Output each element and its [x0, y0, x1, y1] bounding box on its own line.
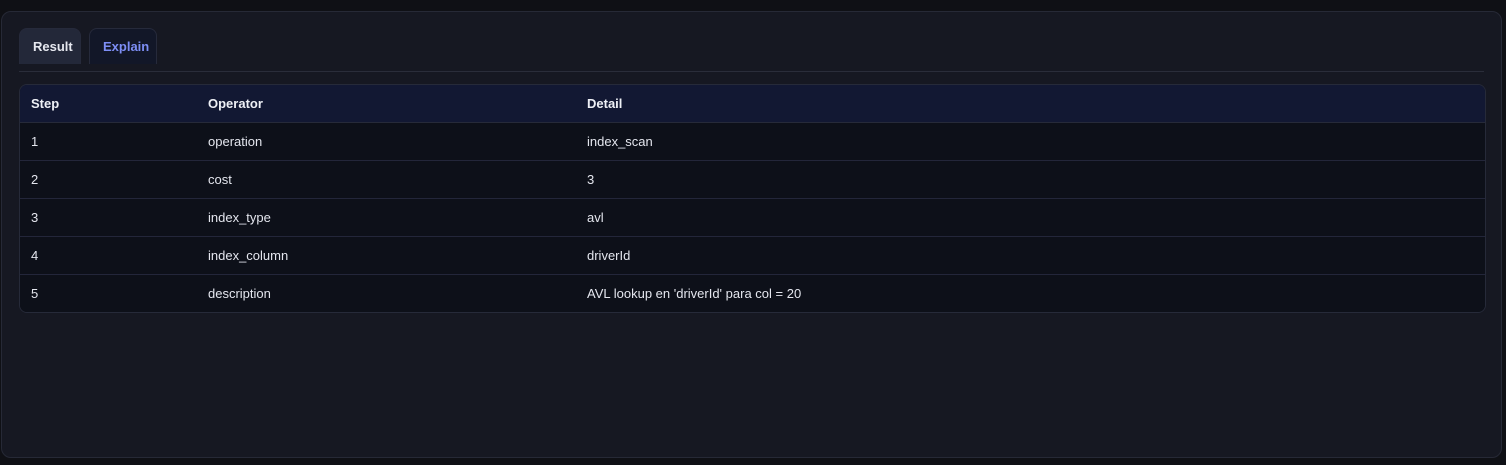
tab-result[interactable]: Result: [19, 28, 81, 64]
explain-panel: Result Explain Step Operator Detail 1 op…: [1, 11, 1502, 458]
table-row: 1 operation index_scan: [20, 122, 1485, 161]
table-row: 2 cost 3: [20, 160, 1485, 199]
table-row: 5 description AVL lookup en 'driverId' p…: [20, 274, 1485, 312]
cell-operator: description: [208, 286, 271, 301]
cell-step: 2: [20, 160, 197, 199]
table-row: 3 index_type avl: [20, 198, 1485, 237]
cell-operator: index_type: [197, 198, 576, 237]
cell-step: 1: [20, 122, 197, 161]
cell-step: 5: [31, 286, 39, 301]
cell-detail: index_scan: [576, 122, 1485, 161]
cell-step: 4: [20, 236, 197, 275]
column-header-operator[interactable]: Operator: [197, 85, 576, 123]
cell-detail: 3: [576, 160, 1485, 199]
tab-explain[interactable]: Explain: [89, 28, 157, 64]
tab-divider: [19, 71, 1484, 72]
cell-step: 3: [20, 198, 197, 237]
column-header-detail[interactable]: Detail: [576, 85, 1485, 123]
cell-detail: avl: [576, 198, 1485, 237]
explain-table-container: Step Operator Detail 1 operation index_s…: [19, 84, 1486, 313]
cell-operator: cost: [197, 160, 576, 199]
cell-detail: driverId: [576, 236, 1485, 275]
cell-detail: AVL lookup en 'driverId' para col = 20: [587, 286, 802, 301]
explain-table: Step Operator Detail 1 operation index_s…: [20, 85, 1485, 312]
table-header-row: Step Operator Detail: [20, 85, 1485, 123]
cell-operator: index_column: [197, 236, 576, 275]
tab-bar: Result Explain: [19, 28, 157, 64]
column-header-step[interactable]: Step: [20, 85, 197, 123]
table-row: 4 index_column driverId: [20, 236, 1485, 275]
cell-operator: operation: [197, 122, 576, 161]
